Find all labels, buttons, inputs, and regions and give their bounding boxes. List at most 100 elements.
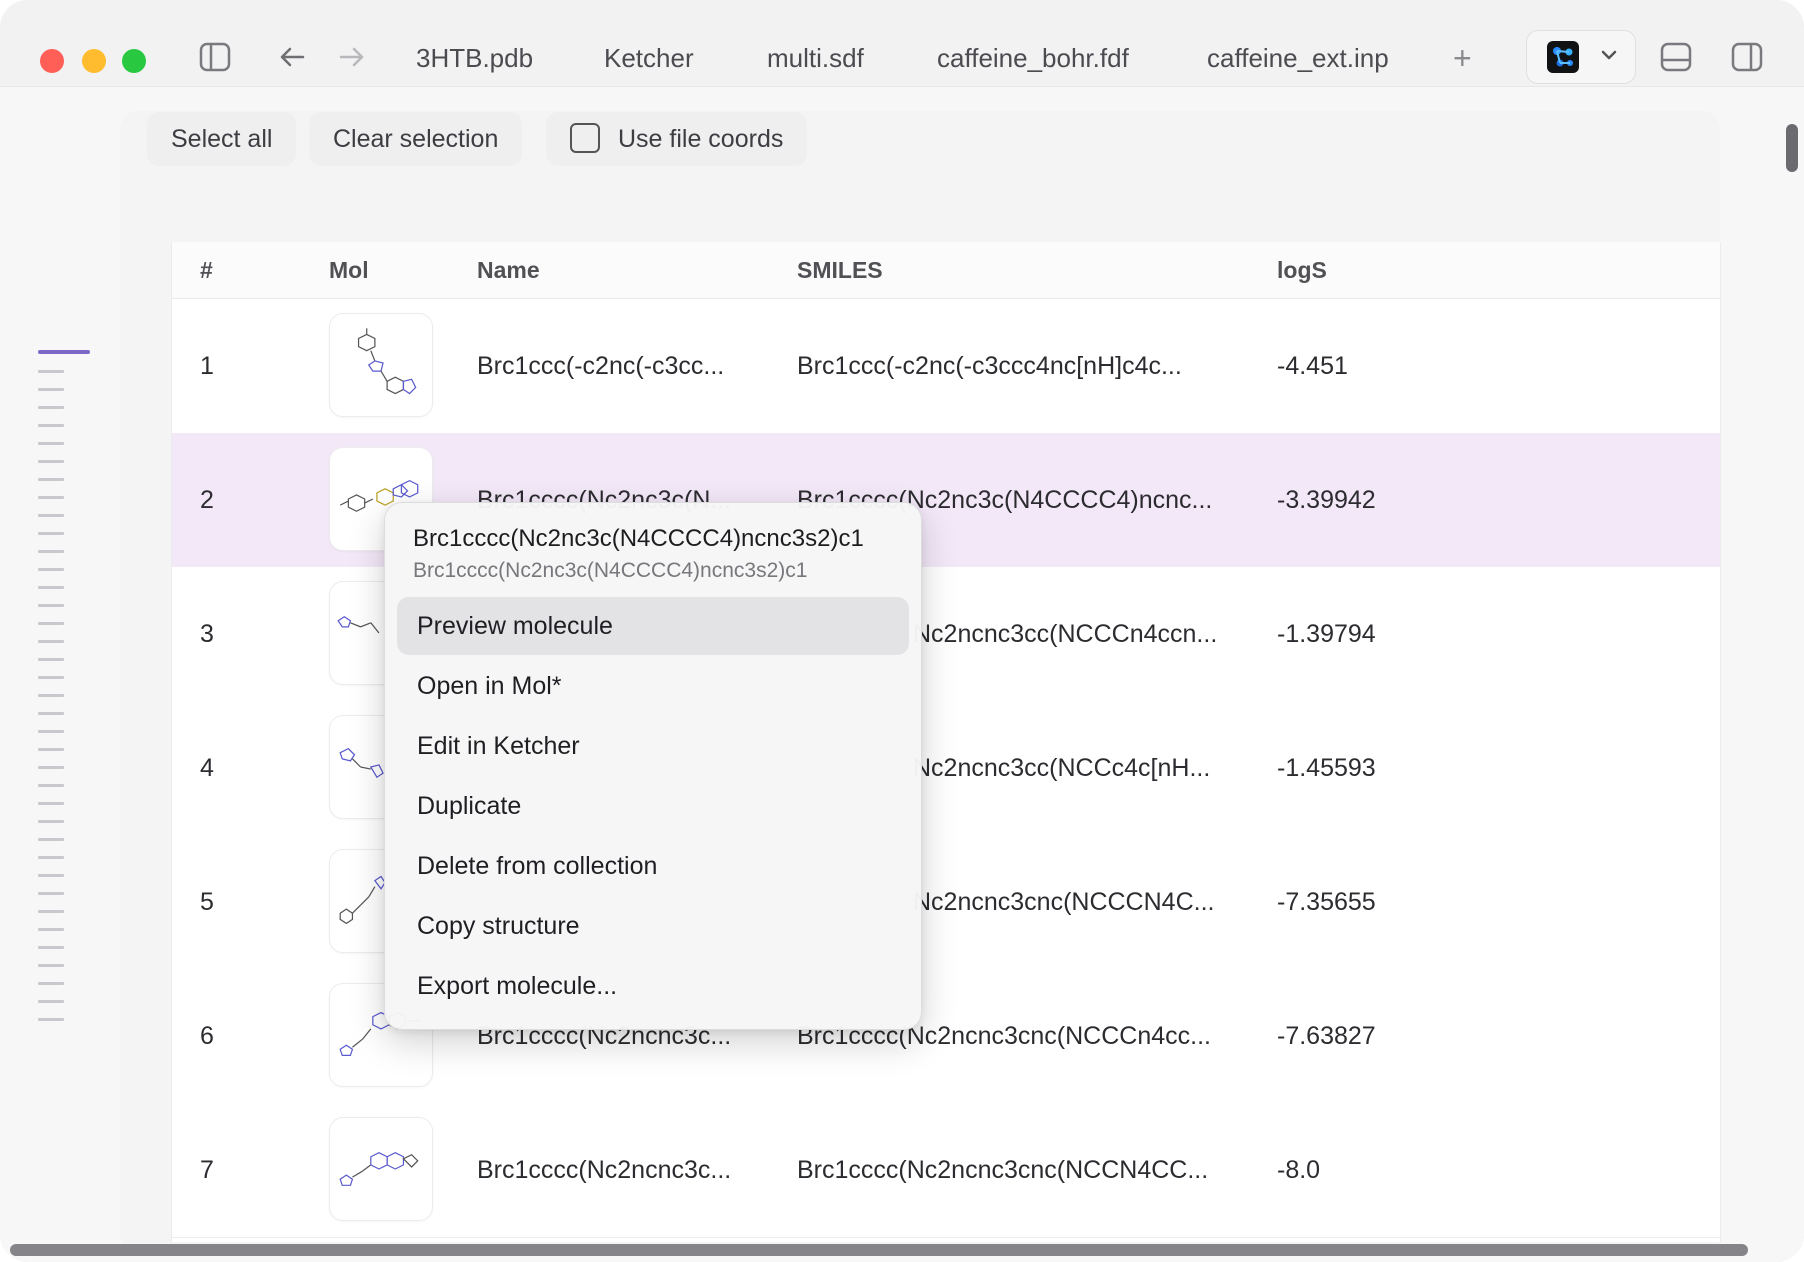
table-row[interactable]: 7 Brc1cccc(Nc2ncnc3c... Brc1cccc(Nc2ncnc…: [172, 1103, 1720, 1238]
minimize-window-button[interactable]: [82, 49, 106, 73]
row-logs: -1.45593: [1277, 754, 1376, 782]
minimap-tick: [38, 388, 64, 391]
row-logs: -3.39942: [1277, 486, 1376, 514]
minimap-tick: [38, 514, 64, 517]
row-index: 7: [200, 1156, 214, 1184]
column-header-smiles[interactable]: SMILES: [797, 242, 883, 298]
context-menu: Brc1cccc(Nc2nc3c(N4CCCC4)ncnc3s2)c1 Brc1…: [384, 502, 922, 1030]
row-name: Brc1ccc(-c2nc(-c3cc...: [477, 352, 725, 380]
app-switcher[interactable]: [1526, 30, 1636, 84]
molecule-logo-icon: [1547, 41, 1579, 73]
tab-caffeine-ext-inp[interactable]: caffeine_ext.inp: [1207, 38, 1389, 78]
row-logs: -4.451: [1277, 352, 1348, 380]
menu-item-delete-from-collection[interactable]: Delete from collection: [397, 837, 909, 895]
minimap-tick: [38, 982, 64, 985]
select-all-button[interactable]: Select all: [147, 112, 297, 166]
minimap-tick: [38, 712, 64, 715]
minimap-tick: [38, 694, 64, 697]
table-header: # Mol Name SMILES logS: [172, 242, 1720, 299]
app-window: 3HTB.pdb Ketcher multi.sdf caffeine_bohr…: [0, 0, 1804, 1262]
minimap-tick: [38, 658, 64, 661]
minimap-tick: [38, 964, 64, 967]
menu-item-preview-molecule[interactable]: Preview molecule: [397, 597, 909, 655]
row-minimap[interactable]: [38, 350, 90, 1030]
tab-multi-sdf[interactable]: multi.sdf: [767, 38, 864, 78]
panel-bottom-icon[interactable]: [1659, 40, 1693, 74]
row-logs: -1.39794: [1277, 620, 1376, 648]
minimap-tick: [38, 676, 64, 679]
plus-icon[interactable]: +: [1453, 38, 1472, 78]
tab-caffeine-bohr-fdf[interactable]: caffeine_bohr.fdf: [937, 38, 1129, 78]
row-logs: -8.0: [1277, 1156, 1321, 1184]
minimap-tick: [38, 496, 64, 499]
minimap-tick: [38, 766, 64, 769]
row-logs: -7.63827: [1277, 1022, 1376, 1050]
minimap-tick: [38, 838, 64, 841]
row-smiles: Brc1ccc(-c2nc(-c3ccc4nc[nH]c4c...: [797, 352, 1182, 380]
checkbox-icon[interactable]: [570, 123, 600, 154]
chevron-down-icon: [1599, 45, 1619, 70]
row-index: 5: [200, 888, 214, 916]
sidebar-left-icon[interactable]: [198, 40, 232, 74]
minimap-tick: [38, 748, 64, 751]
minimap-tick: [38, 622, 64, 625]
column-header-name[interactable]: Name: [477, 242, 540, 298]
tab-3htb-pdb[interactable]: 3HTB.pdb: [416, 38, 533, 78]
minimap-tick: [38, 550, 64, 553]
vertical-scrollbar[interactable]: [1786, 124, 1798, 172]
molecule-thumbnail[interactable]: [329, 313, 433, 417]
arrow-left-icon[interactable]: [275, 40, 309, 74]
minimap-tick: [38, 820, 64, 823]
menu-item-open-in-mol[interactable]: Open in Mol*: [397, 657, 909, 715]
minimap-tick: [38, 730, 64, 733]
row-logs: -7.35655: [1277, 888, 1376, 916]
row-index: 3: [200, 620, 214, 648]
arrow-right-icon[interactable]: [335, 40, 369, 74]
context-menu-title: Brc1cccc(Nc2nc3c(N4CCCC4)ncnc3s2)c1: [413, 525, 864, 552]
minimap-tick: [38, 928, 64, 931]
row-index: 2: [200, 486, 214, 514]
minimap-tick: [38, 874, 64, 877]
menu-item-export-molecule[interactable]: Export molecule...: [397, 957, 909, 1015]
minimap-tick: [38, 406, 64, 409]
minimap-tick: [38, 370, 64, 373]
row-index: 6: [200, 1022, 214, 1050]
menu-item-copy-structure[interactable]: Copy structure: [397, 897, 909, 955]
row-smiles: Nc2ncnc3cc(NCCCn4ccn...: [913, 620, 1218, 648]
minimap-tick: [38, 802, 64, 805]
minimap-tick: [38, 460, 64, 463]
minimap-tick: [38, 424, 64, 427]
context-menu-subtitle: Brc1cccc(Nc2nc3c(N4CCCC4)ncnc3s2)c1: [413, 559, 808, 582]
minimap-tick: [38, 946, 64, 949]
row-smiles: Brc1cccc(Nc2ncnc3cnc(NCCN4CC...: [797, 1156, 1209, 1184]
minimap-tick: [38, 1000, 64, 1003]
minimap-tick: [38, 532, 64, 535]
menu-item-duplicate[interactable]: Duplicate: [397, 777, 909, 835]
row-smiles: Nc2ncnc3cc(NCCc4c[nH...: [913, 754, 1211, 782]
minimap-tick: [38, 604, 64, 607]
table-row[interactable]: 1 Brc1ccc(-c2nc(-c3cc... Brc1ccc(-c2nc(-…: [172, 299, 1720, 434]
minimap-tick: [38, 856, 64, 859]
minimap-tick: [38, 568, 64, 571]
minimap-tick: [38, 892, 64, 895]
column-header-logs[interactable]: logS: [1277, 242, 1327, 298]
horizontal-scrollbar[interactable]: [10, 1244, 1748, 1256]
minimap-tick: [38, 1018, 64, 1021]
molecule-thumbnail[interactable]: [329, 1117, 433, 1221]
title-bar: 3HTB.pdb Ketcher multi.sdf caffeine_bohr…: [0, 0, 1804, 87]
minimap-active-marker: [38, 350, 90, 354]
zoom-window-button[interactable]: [122, 49, 146, 73]
column-header-mol[interactable]: Mol: [329, 242, 369, 298]
use-file-coords-toggle[interactable]: Use file coords: [546, 112, 808, 166]
row-smiles: Nc2ncnc3cnc(NCCCN4C...: [913, 888, 1215, 916]
clear-selection-button[interactable]: Clear selection: [309, 112, 523, 166]
column-header-index[interactable]: #: [200, 242, 213, 298]
minimap-tick: [38, 640, 64, 643]
sidebar-right-icon[interactable]: [1730, 40, 1764, 74]
row-index: 1: [200, 352, 214, 380]
tab-ketcher[interactable]: Ketcher: [604, 38, 694, 78]
minimap-tick: [38, 784, 64, 787]
minimap-tick: [38, 478, 64, 481]
menu-item-edit-in-ketcher[interactable]: Edit in Ketcher: [397, 717, 909, 775]
close-window-button[interactable]: [40, 49, 64, 73]
